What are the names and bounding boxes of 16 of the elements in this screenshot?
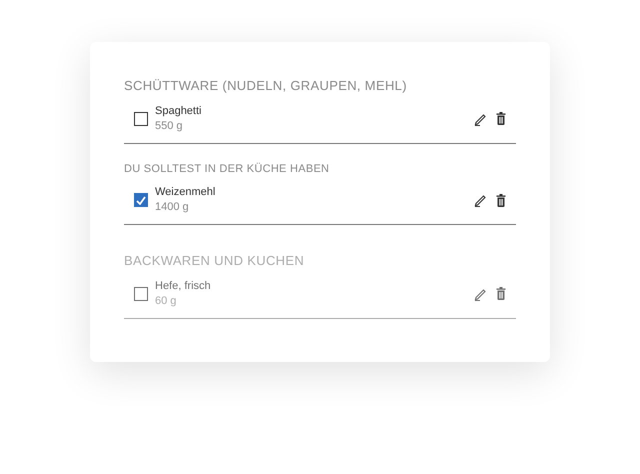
trash-icon[interactable]: [496, 112, 506, 125]
item-name: Hefe, frisch: [155, 278, 212, 294]
checkbox[interactable]: [134, 193, 148, 207]
pencil-icon[interactable]: [474, 112, 487, 126]
pencil-icon[interactable]: [474, 193, 487, 207]
item-name: Spaghetti: [155, 104, 202, 118]
item-name: Weizenmehl: [155, 185, 216, 200]
trash-icon[interactable]: [496, 194, 506, 206]
section-title: BACKWAREN UND KUCHEN: [124, 252, 306, 270]
item-amount: 60 g: [155, 294, 178, 308]
checkbox[interactable]: [134, 112, 148, 126]
section-title: SCHÜTTWARE (NUDELN, GRAUPEN, MEHL): [124, 77, 408, 95]
item-amount: 1400 g: [155, 200, 190, 215]
item-amount: 550 g: [155, 118, 184, 134]
checkbox[interactable]: [134, 286, 148, 300]
section-title: DU SOLLTEST IN DER KÜCHE HABEN: [124, 162, 330, 176]
